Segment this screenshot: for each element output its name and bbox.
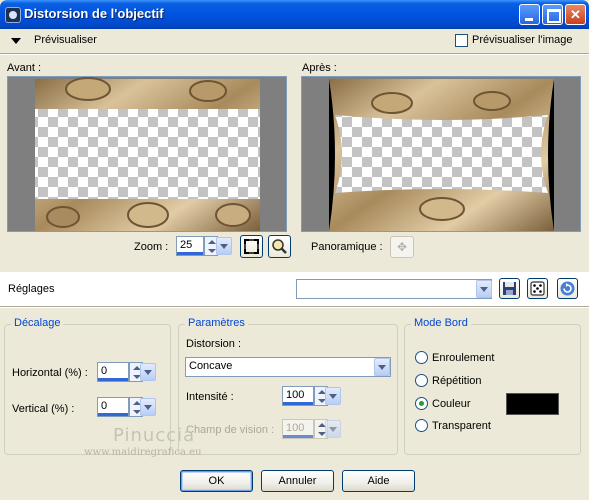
settings-select[interactable]: [296, 279, 492, 299]
before-preview-image: [8, 77, 286, 231]
save-preset-button[interactable]: [499, 278, 520, 299]
cancel-button[interactable]: Annuler: [261, 470, 334, 492]
edge-mode-group: Mode Bord: [404, 317, 581, 455]
close-icon: ✕: [570, 7, 581, 22]
before-label: Avant :: [7, 62, 42, 74]
distortion-label: Distorsion :: [186, 338, 242, 350]
preview-image-label[interactable]: Prévisualiser l'image: [472, 34, 573, 46]
fit-zoom-button[interactable]: [240, 235, 263, 258]
radio-transparent[interactable]: [415, 419, 428, 432]
fov-value: 100: [286, 422, 305, 434]
edge-color-swatch[interactable]: [506, 393, 559, 415]
distortion-select[interactable]: Concave: [185, 357, 391, 377]
radio-transparent-label[interactable]: Transparent: [432, 420, 491, 432]
radio-repeat-label[interactable]: Répétition: [432, 375, 482, 387]
intensity-value: 100: [286, 389, 305, 401]
horizontal-dropdown-arrow[interactable]: [140, 363, 156, 381]
settings-dropdown-arrow[interactable]: [476, 280, 492, 298]
collapse-arrow-icon[interactable]: [11, 38, 21, 44]
horizontal-label: Horizontal (%) :: [12, 367, 88, 379]
before-preview[interactable]: [7, 76, 287, 232]
offset-legend: Décalage: [11, 317, 64, 329]
help-button[interactable]: Aide: [342, 470, 415, 492]
save-icon: [503, 282, 516, 295]
zoom-input[interactable]: 25: [176, 236, 204, 256]
divider: [0, 53, 589, 55]
magnifier-icon: [272, 239, 287, 254]
fov-input[interactable]: 100: [282, 419, 314, 439]
reset-icon: [560, 281, 575, 296]
divider: [0, 306, 589, 308]
maximize-button[interactable]: [542, 4, 563, 25]
zoom-dropdown-arrow[interactable]: [216, 237, 232, 255]
radio-color[interactable]: [415, 397, 428, 410]
vertical-label: Vertical (%) :: [12, 403, 75, 415]
minimize-button[interactable]: [519, 4, 540, 25]
dice-icon: [530, 281, 545, 296]
parameters-legend: Paramètres: [185, 317, 248, 329]
app-icon: [5, 7, 21, 23]
intensity-dropdown-arrow[interactable]: [325, 387, 341, 405]
intensity-input[interactable]: 100: [282, 386, 314, 406]
zoom-slider-bar[interactable]: [177, 252, 203, 255]
vertical-slider-bar[interactable]: [98, 413, 128, 416]
move-icon: ✥: [396, 240, 408, 254]
title-bar[interactable]: Distorsion de l'objectif ✕: [0, 0, 589, 29]
intensity-label: Intensité :: [186, 391, 234, 403]
radio-wrap-label[interactable]: Enroulement: [432, 352, 494, 364]
fit-window-icon: [244, 239, 259, 254]
distortion-value: Concave: [189, 360, 233, 372]
watermark-name: Pinuccia: [113, 425, 196, 446]
edge-mode-legend: Mode Bord: [411, 317, 471, 329]
lens-distortion-dialog: Distorsion de l'objectif ✕ Prévisualiser…: [0, 0, 589, 500]
horizontal-value: 0: [101, 365, 108, 377]
intensity-slider-bar[interactable]: [283, 402, 313, 405]
fov-label: Champ de vision :: [186, 424, 275, 436]
close-button[interactable]: ✕: [565, 4, 586, 25]
fov-slider-bar[interactable]: [283, 435, 313, 438]
settings-label: Réglages: [8, 283, 55, 295]
radio-color-label[interactable]: Couleur: [432, 398, 471, 410]
vertical-input[interactable]: 0: [97, 397, 129, 417]
radio-repeat[interactable]: [415, 374, 428, 387]
ok-button[interactable]: OK: [180, 470, 253, 492]
fov-dropdown-arrow[interactable]: [325, 420, 341, 438]
preview-image-checkbox[interactable]: [455, 34, 468, 47]
preview-toggle-label[interactable]: Prévisualiser: [34, 34, 97, 46]
window-title: Distorsion de l'objectif: [24, 6, 164, 21]
after-preview-image: [302, 77, 580, 231]
watermark-url: www.maidiregrafica.eu: [84, 447, 202, 458]
zoom-tool-button[interactable]: [268, 235, 291, 258]
randomize-button[interactable]: [527, 278, 548, 299]
vertical-dropdown-arrow[interactable]: [140, 398, 156, 416]
distortion-dropdown-arrow[interactable]: [374, 358, 390, 376]
after-label: Après :: [302, 62, 337, 74]
radio-wrap[interactable]: [415, 351, 428, 364]
reset-button[interactable]: [557, 278, 578, 299]
zoom-label: Zoom :: [134, 241, 169, 253]
horizontal-input[interactable]: 0: [97, 362, 129, 382]
after-preview[interactable]: [301, 76, 581, 232]
pan-label: Panoramique :: [311, 241, 383, 253]
pan-button[interactable]: ✥: [390, 236, 414, 258]
zoom-value: 25: [180, 239, 193, 251]
vertical-value: 0: [101, 400, 108, 412]
horizontal-slider-bar[interactable]: [98, 378, 128, 381]
